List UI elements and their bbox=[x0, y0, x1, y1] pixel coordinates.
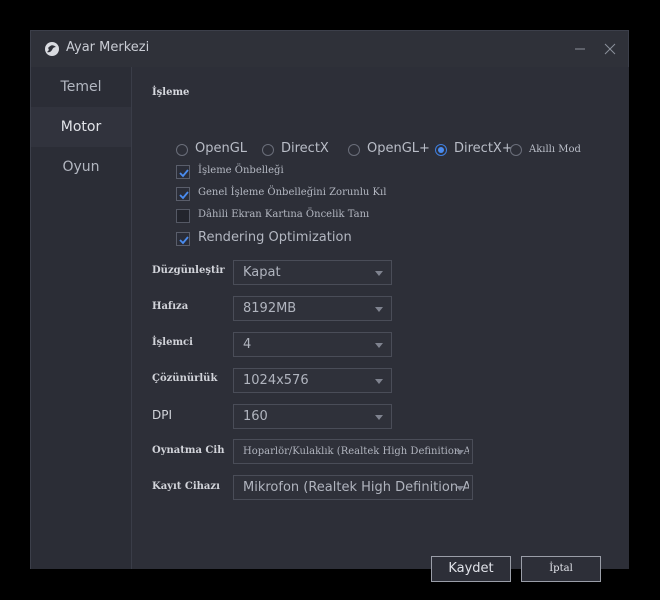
minimize-icon bbox=[575, 48, 585, 50]
close-button[interactable] bbox=[600, 39, 620, 59]
sidebar-item-oyun[interactable]: Oyun bbox=[31, 147, 131, 187]
radio-dot bbox=[262, 144, 274, 156]
playback-device-label: Oynatma Cih bbox=[152, 445, 225, 456]
app-logo-icon bbox=[45, 42, 59, 56]
checkbox-box bbox=[176, 165, 190, 179]
playback-device-select[interactable]: Hoparlör/Kulaklık (Realtek High Definiti… bbox=[233, 439, 473, 464]
sidebar-item-temel[interactable]: Temel bbox=[31, 67, 131, 107]
radio-dot bbox=[510, 144, 522, 156]
sidebar-item-motor[interactable]: Motor bbox=[31, 107, 131, 147]
select-value: 4 bbox=[243, 337, 252, 352]
resolution-select[interactable]: 1024x576 bbox=[233, 368, 392, 393]
radio-label: OpenGL+ bbox=[367, 141, 430, 156]
save-button[interactable]: Kaydet bbox=[431, 556, 511, 582]
checkbox-box bbox=[176, 209, 190, 223]
close-icon bbox=[604, 43, 616, 55]
checkmark-icon bbox=[179, 191, 189, 200]
checkbox-label: İşleme Önbelleği bbox=[198, 165, 284, 176]
settings-window: Ayar Merkezi Temel Motor Oyun İşleme Ope… bbox=[30, 30, 629, 582]
dpi-select[interactable]: 160 bbox=[233, 404, 392, 429]
radio-label: OpenGL bbox=[195, 141, 248, 156]
smoothing-label: Düzgünleştir bbox=[152, 265, 225, 276]
sidebar: Temel Motor Oyun bbox=[31, 67, 132, 569]
cpu-select[interactable]: 4 bbox=[233, 332, 392, 357]
radio-label: DirectX bbox=[281, 141, 329, 156]
checkbox-box bbox=[176, 232, 190, 246]
checkbox-label: Dâhili Ekran Kartına Öncelik Tanı bbox=[198, 209, 370, 220]
select-value: 8192MB bbox=[243, 301, 297, 316]
smoothing-select[interactable]: Kapat bbox=[233, 260, 392, 285]
select-value: Mikrofon (Realtek High Definition Audio) bbox=[243, 480, 469, 495]
select-value: 160 bbox=[243, 409, 268, 424]
radio-label: Akıllı Mod bbox=[529, 144, 581, 155]
checkmark-icon bbox=[179, 169, 189, 178]
checkbox-label: Rendering Optimization bbox=[198, 230, 352, 245]
cpu-label: İşlemci bbox=[152, 337, 193, 348]
window-title: Ayar Merkezi bbox=[66, 40, 150, 55]
checkbox-box bbox=[176, 187, 190, 201]
render-mode-group: OpenGL DirectX OpenGL+ DirectX+ Akıllı M… bbox=[176, 141, 626, 161]
cancel-button[interactable]: İptal bbox=[521, 556, 601, 582]
radio-dot bbox=[176, 144, 188, 156]
resolution-label: Çözünürlük bbox=[152, 373, 218, 384]
chevron-down-icon bbox=[375, 271, 383, 276]
radio-dot bbox=[435, 144, 447, 156]
checkbox-label: Genel İşleme Önbelleğini Zorunlu Kıl bbox=[198, 187, 387, 198]
chevron-down-icon bbox=[375, 379, 383, 384]
chevron-down-icon bbox=[375, 307, 383, 312]
chevron-down-icon bbox=[456, 450, 464, 455]
memory-select[interactable]: 8192MB bbox=[233, 296, 392, 321]
recording-device-label: Kayıt Cihazı bbox=[152, 481, 220, 492]
title-bar[interactable]: Ayar Merkezi bbox=[31, 31, 628, 67]
radio-label: DirectX+ bbox=[454, 141, 513, 156]
recording-device-select[interactable]: Mikrofon (Realtek High Definition Audio) bbox=[233, 475, 473, 500]
rendering-section-title: İşleme bbox=[152, 87, 190, 98]
engine-settings-panel: İşleme OpenGL DirectX OpenGL+ DirectX+ A… bbox=[132, 67, 629, 582]
checkmark-icon bbox=[179, 236, 189, 245]
select-value: Kapat bbox=[243, 265, 281, 280]
chevron-down-icon bbox=[456, 486, 464, 491]
select-value: Hoparlör/Kulaklık (Realtek High Definiti… bbox=[243, 446, 469, 457]
minimize-button[interactable] bbox=[570, 39, 590, 59]
radio-dot bbox=[348, 144, 360, 156]
memory-label: Hafıza bbox=[152, 301, 189, 312]
chevron-down-icon bbox=[375, 415, 383, 420]
dpi-label: DPI bbox=[152, 408, 173, 422]
select-value: 1024x576 bbox=[243, 373, 309, 388]
chevron-down-icon bbox=[375, 343, 383, 348]
